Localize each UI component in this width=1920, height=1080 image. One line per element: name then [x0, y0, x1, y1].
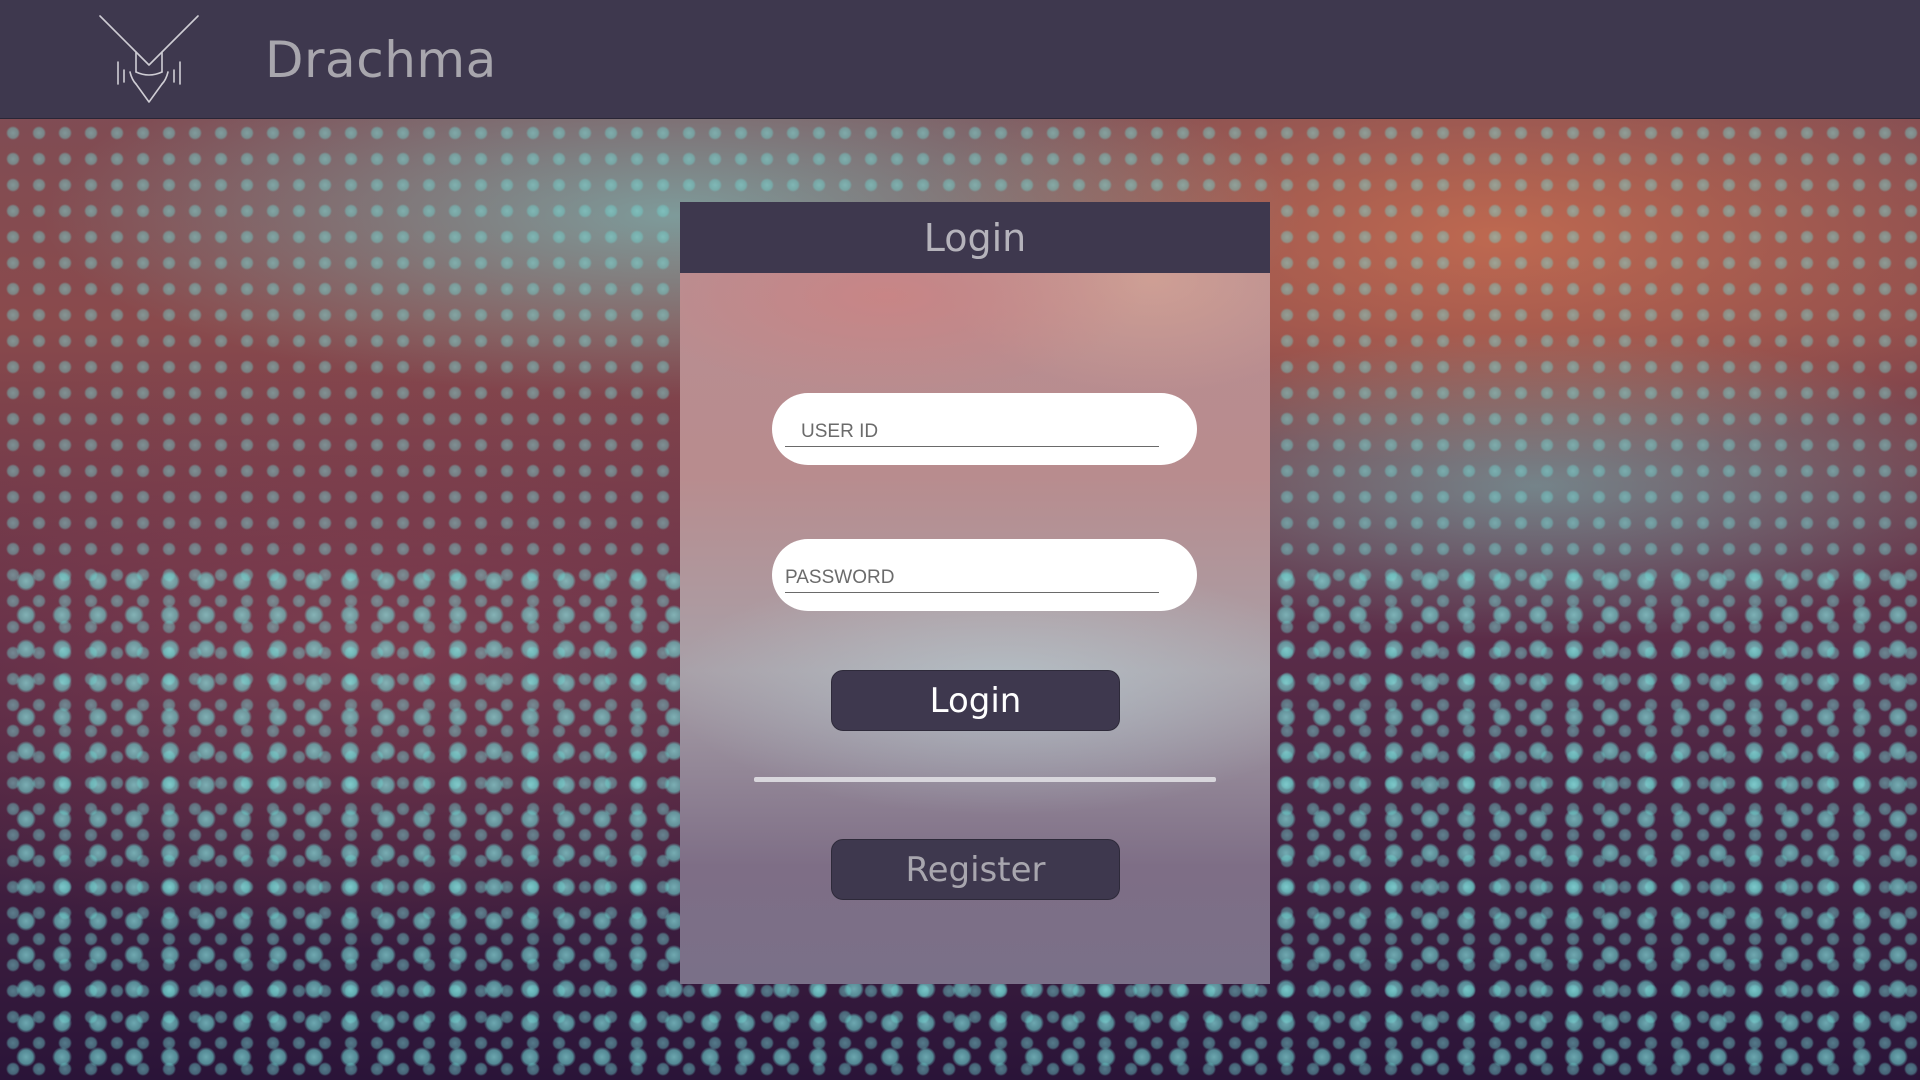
login-button[interactable]: Login [831, 670, 1120, 731]
register-button[interactable]: Register [831, 839, 1120, 900]
password-input[interactable] [785, 563, 1159, 593]
login-panel-title: Login [923, 215, 1027, 260]
user-id-input[interactable] [785, 417, 1159, 447]
login-panel-header: Login [680, 202, 1270, 273]
owl-logo-icon [99, 15, 199, 103]
top-bar: Drachma [0, 0, 1920, 119]
login-panel: Login Login Register [680, 202, 1270, 984]
password-field-container [772, 539, 1197, 611]
divider [754, 777, 1216, 782]
app-title: Drachma [265, 31, 497, 89]
user-id-field-container [772, 393, 1197, 465]
